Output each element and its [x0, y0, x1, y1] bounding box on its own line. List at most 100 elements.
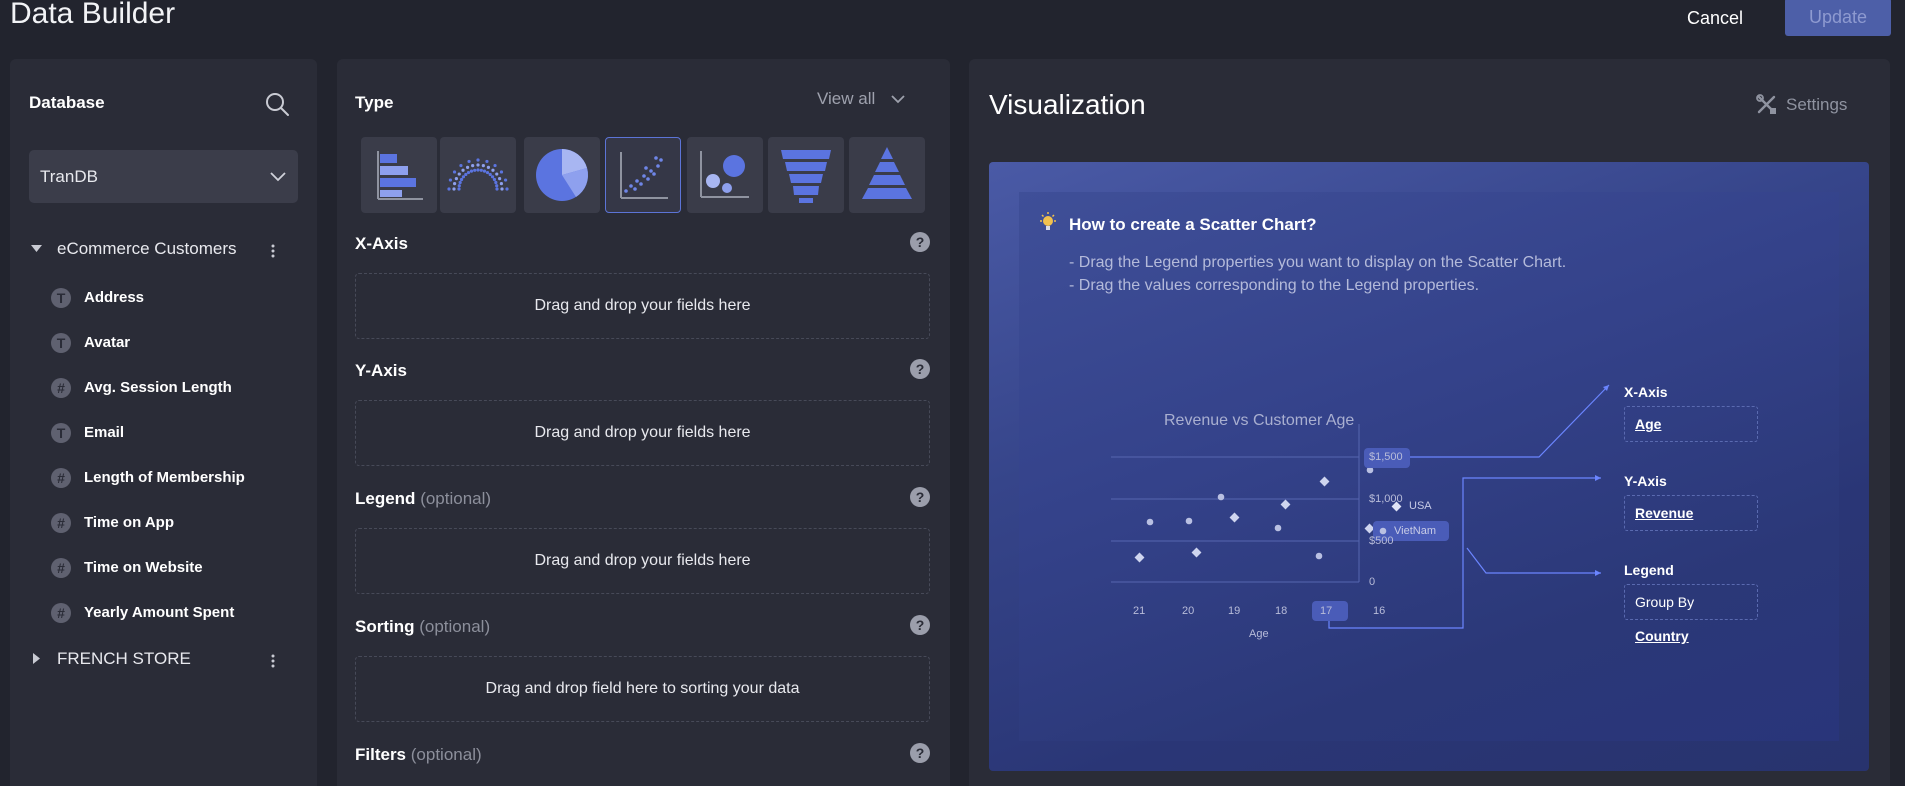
table-group-french-store[interactable]: FRENCH STORE: [10, 646, 317, 674]
caret-down-icon[interactable]: [30, 242, 43, 255]
data-point-usa: [1191, 547, 1202, 558]
parliament-dot: [495, 172, 499, 176]
chevron-down-icon[interactable]: [891, 94, 905, 104]
parliament-dot: [466, 170, 471, 175]
parliament-dot: [505, 187, 509, 191]
parliament-dot: [492, 177, 497, 182]
x-axis-drop-zone[interactable]: Drag and drop your fields here: [355, 273, 930, 339]
parliament-dot: [461, 168, 465, 172]
text-type-icon: T: [51, 288, 71, 308]
connector-line: [1401, 384, 1610, 458]
parliament-dot: [499, 182, 503, 186]
parliament-dot: [447, 187, 451, 191]
parliament-dot: [471, 164, 475, 168]
pie-chart-icon: [536, 149, 588, 201]
database-select[interactable]: TranDB: [29, 150, 298, 203]
field-label: Time on Website: [84, 559, 203, 576]
parliament-dot: [457, 187, 461, 191]
parliament-dot: [453, 182, 457, 186]
help-icon[interactable]: ?: [910, 743, 930, 763]
funnel-chart-icon: [781, 150, 831, 203]
parliament-dot: [467, 159, 471, 164]
parliament-dot: [498, 176, 502, 181]
y-axis-drop-zone[interactable]: Drag and drop your fields here: [355, 400, 930, 466]
parliament-dot: [495, 187, 499, 191]
parliament-dot: [485, 170, 490, 175]
caret-right-icon[interactable]: [30, 652, 43, 665]
parliament-dot: [481, 164, 485, 168]
scatter-chart-icon: [620, 152, 668, 199]
section-title-text: Legend: [355, 489, 416, 508]
sorting-drop-zone[interactable]: Drag and drop field here to sorting your…: [355, 656, 930, 722]
x-axis-section-title: X-Axis: [355, 234, 408, 254]
help-icon[interactable]: ?: [910, 487, 930, 507]
view-all-link[interactable]: View all: [817, 89, 875, 109]
table-group-label: FRENCH STORE: [57, 649, 191, 668]
page-title: Data Builder: [10, 0, 176, 30]
x-tick-label: 20: [1182, 605, 1195, 617]
parliament-dot: [465, 165, 470, 169]
help-icon[interactable]: ?: [910, 615, 930, 635]
parliament-dot: [491, 168, 495, 172]
parliament-dot: [461, 175, 466, 179]
mapping-prefix: Group By: [1635, 594, 1695, 610]
y-tick-label: 0: [1369, 576, 1376, 588]
data-point-vietnam: [1315, 552, 1323, 560]
x-tick-label: 21: [1133, 605, 1146, 617]
cancel-button[interactable]: Cancel: [1665, 0, 1765, 36]
database-title: Database: [29, 93, 105, 112]
number-type-icon: #: [51, 378, 71, 398]
text-type-icon: T: [51, 423, 71, 443]
parliament-dot: [485, 159, 489, 164]
section-title-text: Sorting: [355, 617, 415, 636]
update-button[interactable]: Update: [1785, 0, 1891, 36]
chart-type-pyramid[interactable]: [849, 137, 925, 213]
more-options-icon[interactable]: [270, 242, 276, 260]
number-type-icon: #: [51, 513, 71, 533]
section-title-text: Filters: [355, 745, 407, 764]
data-point-usa: [1229, 512, 1240, 523]
chart-type-parliament[interactable]: [440, 137, 516, 213]
chevron-down-icon: [270, 172, 286, 182]
bubble-chart-icon: [700, 151, 749, 198]
chart-type-funnel[interactable]: [768, 137, 844, 213]
mapping-value: Country: [1635, 628, 1689, 644]
legend-drop-zone[interactable]: Drag and drop your fields here: [355, 528, 930, 594]
mapping-box-x-axis: Age: [1624, 406, 1758, 442]
x-tick-label: 19: [1228, 605, 1241, 617]
parliament-dot: [452, 170, 457, 174]
mapping-value: Age: [1635, 416, 1662, 432]
data-point-vietnam: [1146, 518, 1154, 526]
parliament-dot: [500, 187, 504, 191]
settings-button[interactable]: Settings: [1786, 95, 1847, 115]
chart-type-scatter[interactable]: [605, 137, 681, 213]
data-point-usa: [1364, 523, 1375, 534]
search-icon[interactable]: [264, 91, 290, 117]
x-tick-label: 16: [1373, 605, 1386, 617]
chart-type-bar[interactable]: [361, 137, 437, 213]
chart-type-bubble[interactable]: [687, 137, 763, 213]
help-icon[interactable]: ?: [910, 232, 930, 252]
chart-type-pie[interactable]: [524, 137, 600, 213]
y-axis-section-title: Y-Axis: [355, 361, 407, 381]
more-options-icon[interactable]: [270, 652, 276, 670]
parliament-dot: [464, 172, 468, 177]
section-title-text: X-Axis: [355, 234, 408, 253]
mapping-title-legend: Legend: [1624, 562, 1674, 578]
optional-tag: (optional): [420, 489, 492, 508]
table-group-ecommerce-customers[interactable]: eCommerce Customers: [10, 236, 317, 264]
field-label: Time on App: [84, 514, 174, 531]
mapping-box-y-axis: Revenue: [1624, 495, 1758, 531]
parliament-dot: [503, 178, 508, 182]
settings-tools-icon[interactable]: [1756, 94, 1777, 115]
visualization-title: Visualization: [989, 89, 1146, 120]
sorting-section-title: Sorting (optional): [355, 617, 490, 637]
y-tick-label: $1,500: [1369, 451, 1403, 463]
legend-item-usa: USA: [1409, 500, 1432, 512]
help-icon[interactable]: ?: [910, 359, 930, 379]
field-label: Avatar: [84, 334, 131, 351]
parliament-dot: [459, 163, 463, 168]
field-label: Address: [84, 289, 145, 306]
parliament-dot: [469, 169, 474, 173]
parliament-dot: [458, 180, 462, 185]
